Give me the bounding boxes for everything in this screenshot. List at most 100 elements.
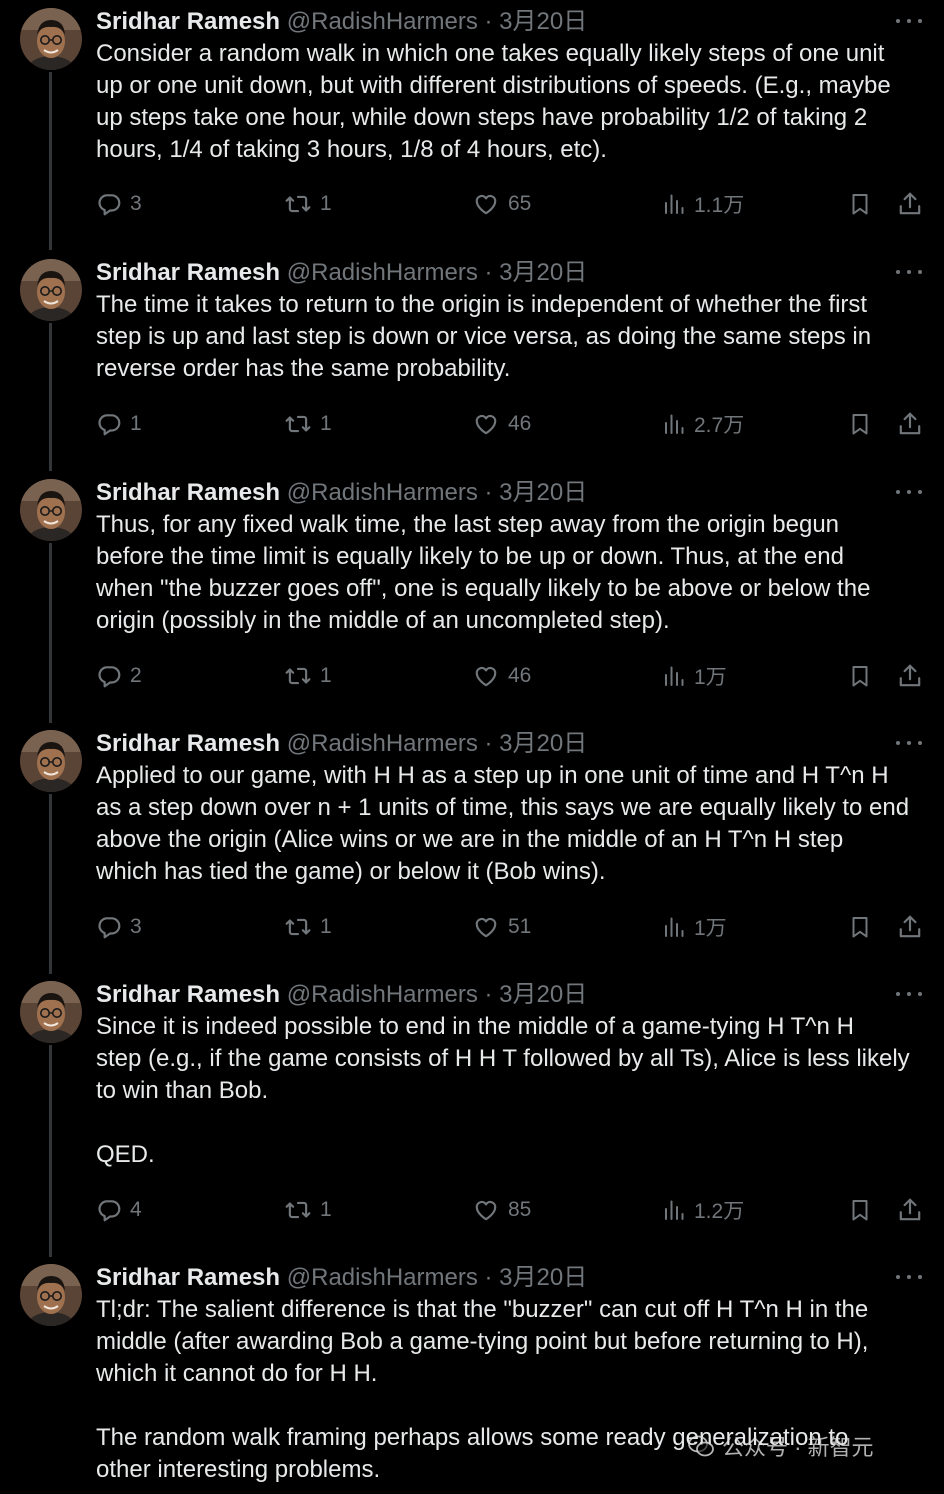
watermark-text: 公众号 · 新智元 [722,1435,874,1460]
views-count: 1.1万 [694,194,745,217]
tweet-thread: Sridhar Ramesh @RadishHarmers · 3月20日 Co… [0,0,944,1494]
more-icon[interactable] [896,979,922,1009]
thread-connector [49,72,52,250]
share-button[interactable] [897,658,923,694]
reply-button[interactable]: 3 [96,186,142,222]
retweet-button[interactable]: 1 [284,1192,332,1228]
author-name[interactable]: Sridhar Ramesh [96,259,280,286]
tweet-header: Sridhar Ramesh @RadishHarmers · 3月20日 [96,1262,587,1294]
avatar[interactable] [20,259,82,321]
likes-count: 85 [508,1198,532,1221]
tweet-actions: 3 1 65 1.1万 [0,186,944,222]
like-button[interactable]: 85 [472,1192,531,1228]
bookmark-icon [848,190,872,218]
like-button[interactable]: 65 [472,186,531,222]
reply-button[interactable]: 3 [96,909,142,945]
author-handle[interactable]: @RadishHarmers [287,730,478,757]
author-name[interactable]: Sridhar Ramesh [96,8,280,35]
reply-button[interactable]: 1 [96,406,142,442]
retweets-count: 1 [320,412,332,435]
retweets-count: 1 [320,1198,332,1221]
views-button[interactable]: 1.2万 [662,1192,744,1228]
like-button[interactable]: 46 [472,406,531,442]
tweet-text: The time it takes to return to the origi… [96,289,926,385]
author-handle[interactable]: @RadishHarmers [287,981,478,1008]
views-icon [662,914,686,940]
views-button[interactable]: 1.1万 [662,186,744,222]
tweet-text: Applied to our game, with H H as a step … [96,760,926,888]
author-handle[interactable]: @RadishHarmers [287,8,478,35]
tweet-text-line: as a step down over n + 1 units of time,… [96,794,910,821]
reply-icon [96,191,122,217]
tweet-text-line: Thus, for any fixed walk time, the last … [96,511,840,538]
tweet-date[interactable]: 3月20日 [499,8,587,35]
share-icon [897,410,923,438]
retweet-icon [284,191,312,217]
tweet-text-line: origin (possibly in the middle of an unc… [96,607,670,634]
avatar[interactable] [20,1264,82,1326]
tweet-date[interactable]: 3月20日 [499,730,587,757]
reply-icon [96,411,122,437]
tweet-text-line: Consider a random walk in which one take… [96,40,885,67]
retweet-button[interactable]: 1 [284,658,332,694]
avatar[interactable] [20,8,82,70]
tweet-text-line: which it cannot do for H H. [96,1360,378,1387]
share-button[interactable] [897,1192,923,1228]
tweet-text-line: above the origin (Alice wins or we are i… [96,826,844,853]
likes-count: 51 [508,915,532,938]
retweet-button[interactable]: 1 [284,909,332,945]
bookmark-button[interactable] [848,406,872,442]
reply-icon [96,663,122,689]
more-icon[interactable] [896,728,922,758]
avatar[interactable] [20,730,82,792]
retweet-button[interactable]: 1 [284,186,332,222]
tweet-date[interactable]: 3月20日 [499,981,587,1008]
retweet-button[interactable]: 1 [284,406,332,442]
more-icon[interactable] [896,477,922,507]
avatar[interactable] [20,479,82,541]
author-name[interactable]: Sridhar Ramesh [96,479,280,506]
like-button[interactable]: 46 [472,658,531,694]
tweet-text: Consider a random walk in which one take… [96,38,926,166]
separator-dot: · [484,479,493,506]
tweet-header: Sridhar Ramesh @RadishHarmers · 3月20日 [96,979,587,1011]
author-name[interactable]: Sridhar Ramesh [96,1264,280,1291]
views-button[interactable]: 2.7万 [662,406,744,442]
author-name[interactable]: Sridhar Ramesh [96,730,280,757]
author-handle[interactable]: @RadishHarmers [287,259,478,286]
views-button[interactable]: 1万 [662,658,727,694]
replies-count: 3 [130,192,142,215]
tweet-text-line: reverse order has the same probability. [96,355,511,382]
more-icon[interactable] [896,257,922,287]
tweet-date[interactable]: 3月20日 [499,259,587,286]
share-button[interactable] [897,186,923,222]
share-button[interactable] [897,909,923,945]
tweet-header: Sridhar Ramesh @RadishHarmers · 3月20日 [96,257,587,289]
views-button[interactable]: 1万 [662,909,727,945]
reply-button[interactable]: 4 [96,1192,142,1228]
author-name[interactable]: Sridhar Ramesh [96,981,280,1008]
share-button[interactable] [897,406,923,442]
more-icon[interactable] [896,6,922,36]
reply-button[interactable]: 2 [96,658,142,694]
bookmark-button[interactable] [848,186,872,222]
tweet-text-line: QED. [96,1141,155,1168]
more-icon[interactable] [896,1262,922,1292]
tweet-header: Sridhar Ramesh @RadishHarmers · 3月20日 [96,728,587,760]
avatar[interactable] [20,981,82,1043]
author-handle[interactable]: @RadishHarmers [287,479,478,506]
tweet-date[interactable]: 3月20日 [499,1264,587,1291]
replies-count: 2 [130,664,142,687]
heart-icon [472,663,500,689]
tweet-date[interactable]: 3月20日 [499,479,587,506]
heart-icon [472,411,500,437]
tweet-text-line: Tl;dr: The salient difference is that th… [96,1296,869,1323]
retweet-icon [284,914,312,940]
like-button[interactable]: 51 [472,909,531,945]
share-icon [897,1196,923,1224]
author-handle[interactable]: @RadishHarmers [287,1264,478,1291]
bookmark-button[interactable] [848,909,872,945]
tweet-text-line: The time it takes to return to the origi… [96,291,868,318]
bookmark-button[interactable] [848,1192,872,1228]
bookmark-button[interactable] [848,658,872,694]
